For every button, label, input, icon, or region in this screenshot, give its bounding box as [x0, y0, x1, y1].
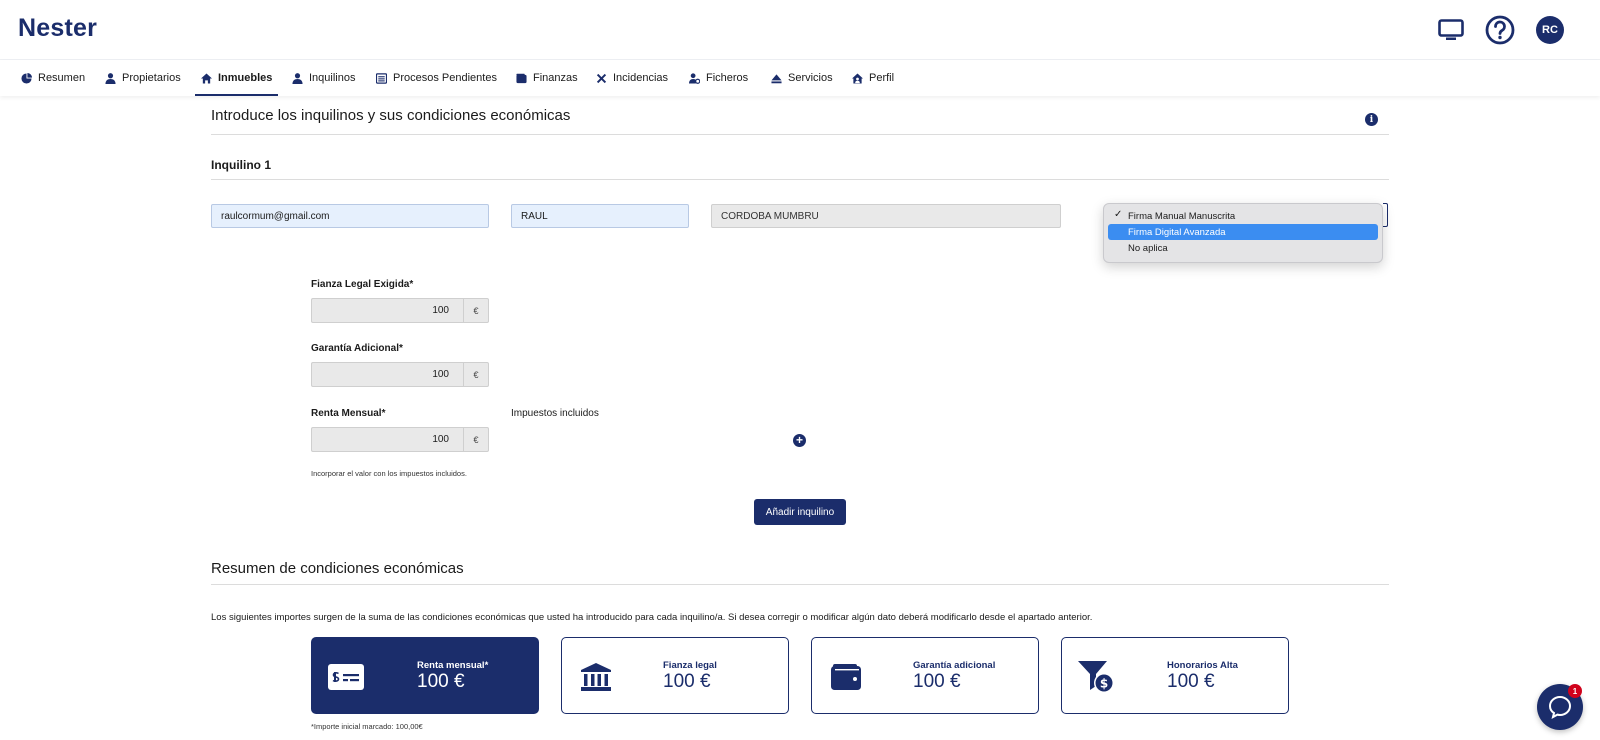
top-bar: Nester RC	[0, 0, 1600, 60]
check-icon: ✓	[1114, 209, 1123, 220]
nav-label: Ficheros	[706, 72, 749, 84]
card-label: Honorarios Alta	[1167, 660, 1238, 671]
currency-addon: €	[463, 427, 489, 452]
card-label: Garantía adicional	[913, 660, 996, 671]
taxes-label: Impuestos incluidos	[511, 408, 599, 419]
card-label: Renta mensual*	[417, 660, 489, 671]
card-value: 100 €	[663, 671, 711, 692]
nav-label: Procesos Pendientes	[393, 72, 497, 84]
summary-card-garantia: Garantía adicional 100 €	[811, 637, 1039, 714]
user-avatar[interactable]: RC	[1536, 16, 1564, 44]
garantia-input-group: 100 €	[311, 362, 489, 387]
main-nav: Resumen Propietarios Inmuebles Inquilino…	[0, 60, 1600, 96]
signature-option-digital[interactable]: Firma Digital Avanzada	[1108, 224, 1378, 240]
info-icon[interactable]: i	[1365, 113, 1378, 126]
tenant-title: Inquilino 1	[211, 158, 271, 172]
wallet-icon	[826, 660, 866, 694]
money-check-icon	[326, 660, 366, 694]
renta-input[interactable]: 100	[311, 427, 463, 452]
nav-item-finanzas[interactable]: Finanzas	[516, 60, 578, 96]
signature-select[interactable]	[1383, 203, 1388, 227]
name-field[interactable]: RAUL	[511, 204, 689, 228]
list-icon	[376, 72, 387, 84]
house-user-icon	[852, 72, 863, 84]
nav-item-ficheros[interactable]: Ficheros	[689, 60, 748, 96]
nav-item-resumen[interactable]: Resumen	[21, 60, 85, 96]
signature-dropdown[interactable]: ✓ Firma Manual Manuscrita Firma Digital …	[1103, 203, 1383, 263]
chart-pie-icon	[21, 72, 32, 84]
card-value: 100 €	[913, 671, 961, 692]
renta-label: Renta Mensual*	[311, 408, 386, 419]
user-cog-icon	[689, 72, 700, 84]
help-icon[interactable]	[1485, 15, 1515, 45]
plus-circle-icon[interactable]: +	[793, 434, 806, 447]
option-label: Firma Digital Avanzada	[1128, 226, 1226, 238]
currency-addon: €	[463, 362, 489, 387]
nav-item-procesos-pendientes[interactable]: Procesos Pendientes	[376, 60, 497, 96]
home-icon	[201, 72, 212, 84]
add-tenant-button[interactable]: Añadir inquilino	[754, 499, 846, 525]
signature-option-none[interactable]: No aplica	[1108, 240, 1378, 256]
option-label: Firma Manual Manuscrita	[1128, 210, 1236, 222]
brand-logo[interactable]: Nester	[18, 14, 97, 43]
nav-label: Perfil	[869, 72, 895, 84]
fianza-input[interactable]: 100	[311, 298, 463, 323]
nav-label: Inquilinos	[309, 72, 356, 84]
divider	[211, 584, 1389, 585]
option-label: No aplica	[1128, 242, 1168, 254]
nav-label: Servicios	[788, 72, 833, 84]
notification-badge: 1	[1568, 684, 1582, 698]
section-title-summary: Resumen de condiciones económicas	[211, 560, 464, 577]
wallet-icon	[516, 73, 527, 83]
garantia-input[interactable]: 100	[311, 362, 463, 387]
nav-item-servicios[interactable]: Servicios	[771, 60, 833, 96]
nav-item-inquilinos[interactable]: Inquilinos	[292, 60, 355, 96]
fianza-label: Fianza Legal Exigida*	[311, 279, 414, 290]
nav-item-perfil[interactable]: Perfil	[852, 60, 894, 96]
card-value: 100 €	[417, 671, 465, 692]
nav-label: Inmuebles	[218, 72, 273, 84]
nav-item-incidencias[interactable]: Incidencias	[596, 60, 668, 96]
nav-label: Incidencias	[613, 72, 669, 84]
eject-icon	[771, 73, 782, 83]
card-label: Fianza legal	[663, 660, 717, 671]
currency-addon: €	[463, 298, 489, 323]
summary-description: Los siguientes importes surgen de la sum…	[211, 612, 1093, 623]
nav-label: Propietarios	[122, 72, 181, 84]
summary-card-renta: Renta mensual* 100 €	[311, 637, 539, 714]
nav-item-inmuebles[interactable]: Inmuebles	[194, 60, 279, 96]
surname-field[interactable]: CORDOBA MUMBRU	[711, 204, 1061, 228]
divider	[211, 134, 1389, 135]
renta-input-group: 100 €	[311, 427, 489, 452]
monitor-icon[interactable]	[1436, 15, 1466, 45]
user-icon	[292, 72, 303, 84]
svg-text:$: $	[1100, 677, 1108, 691]
nav-item-propietarios[interactable]: Propietarios	[105, 60, 181, 96]
email-field[interactable]: raulcormum@gmail.com	[211, 204, 489, 228]
footnote: *Importe inicial marcado: 100,00€	[311, 722, 423, 731]
tools-icon	[596, 73, 607, 83]
garantia-label: Garantía Adicional*	[311, 343, 403, 354]
nav-label: Finanzas	[533, 72, 578, 84]
summary-card-honorarios: $ Honorarios Alta 100 €	[1061, 637, 1289, 714]
signature-option-manual[interactable]: ✓ Firma Manual Manuscrita	[1108, 208, 1378, 224]
user-tie-icon	[105, 72, 116, 84]
nav-label: Resumen	[38, 72, 86, 84]
chat-icon	[1548, 695, 1572, 719]
divider	[211, 179, 1389, 180]
card-value: 100 €	[1167, 671, 1215, 692]
fianza-input-group: 100 €	[311, 298, 489, 323]
bank-icon	[576, 660, 616, 694]
summary-card-fianza: Fianza legal 100 €	[561, 637, 789, 714]
section-title-tenants: Introduce los inquilinos y sus condicion…	[211, 107, 571, 124]
funnel-dollar-icon: $	[1076, 660, 1116, 694]
help-text: Incorporar el valor con los impuestos in…	[311, 469, 467, 478]
